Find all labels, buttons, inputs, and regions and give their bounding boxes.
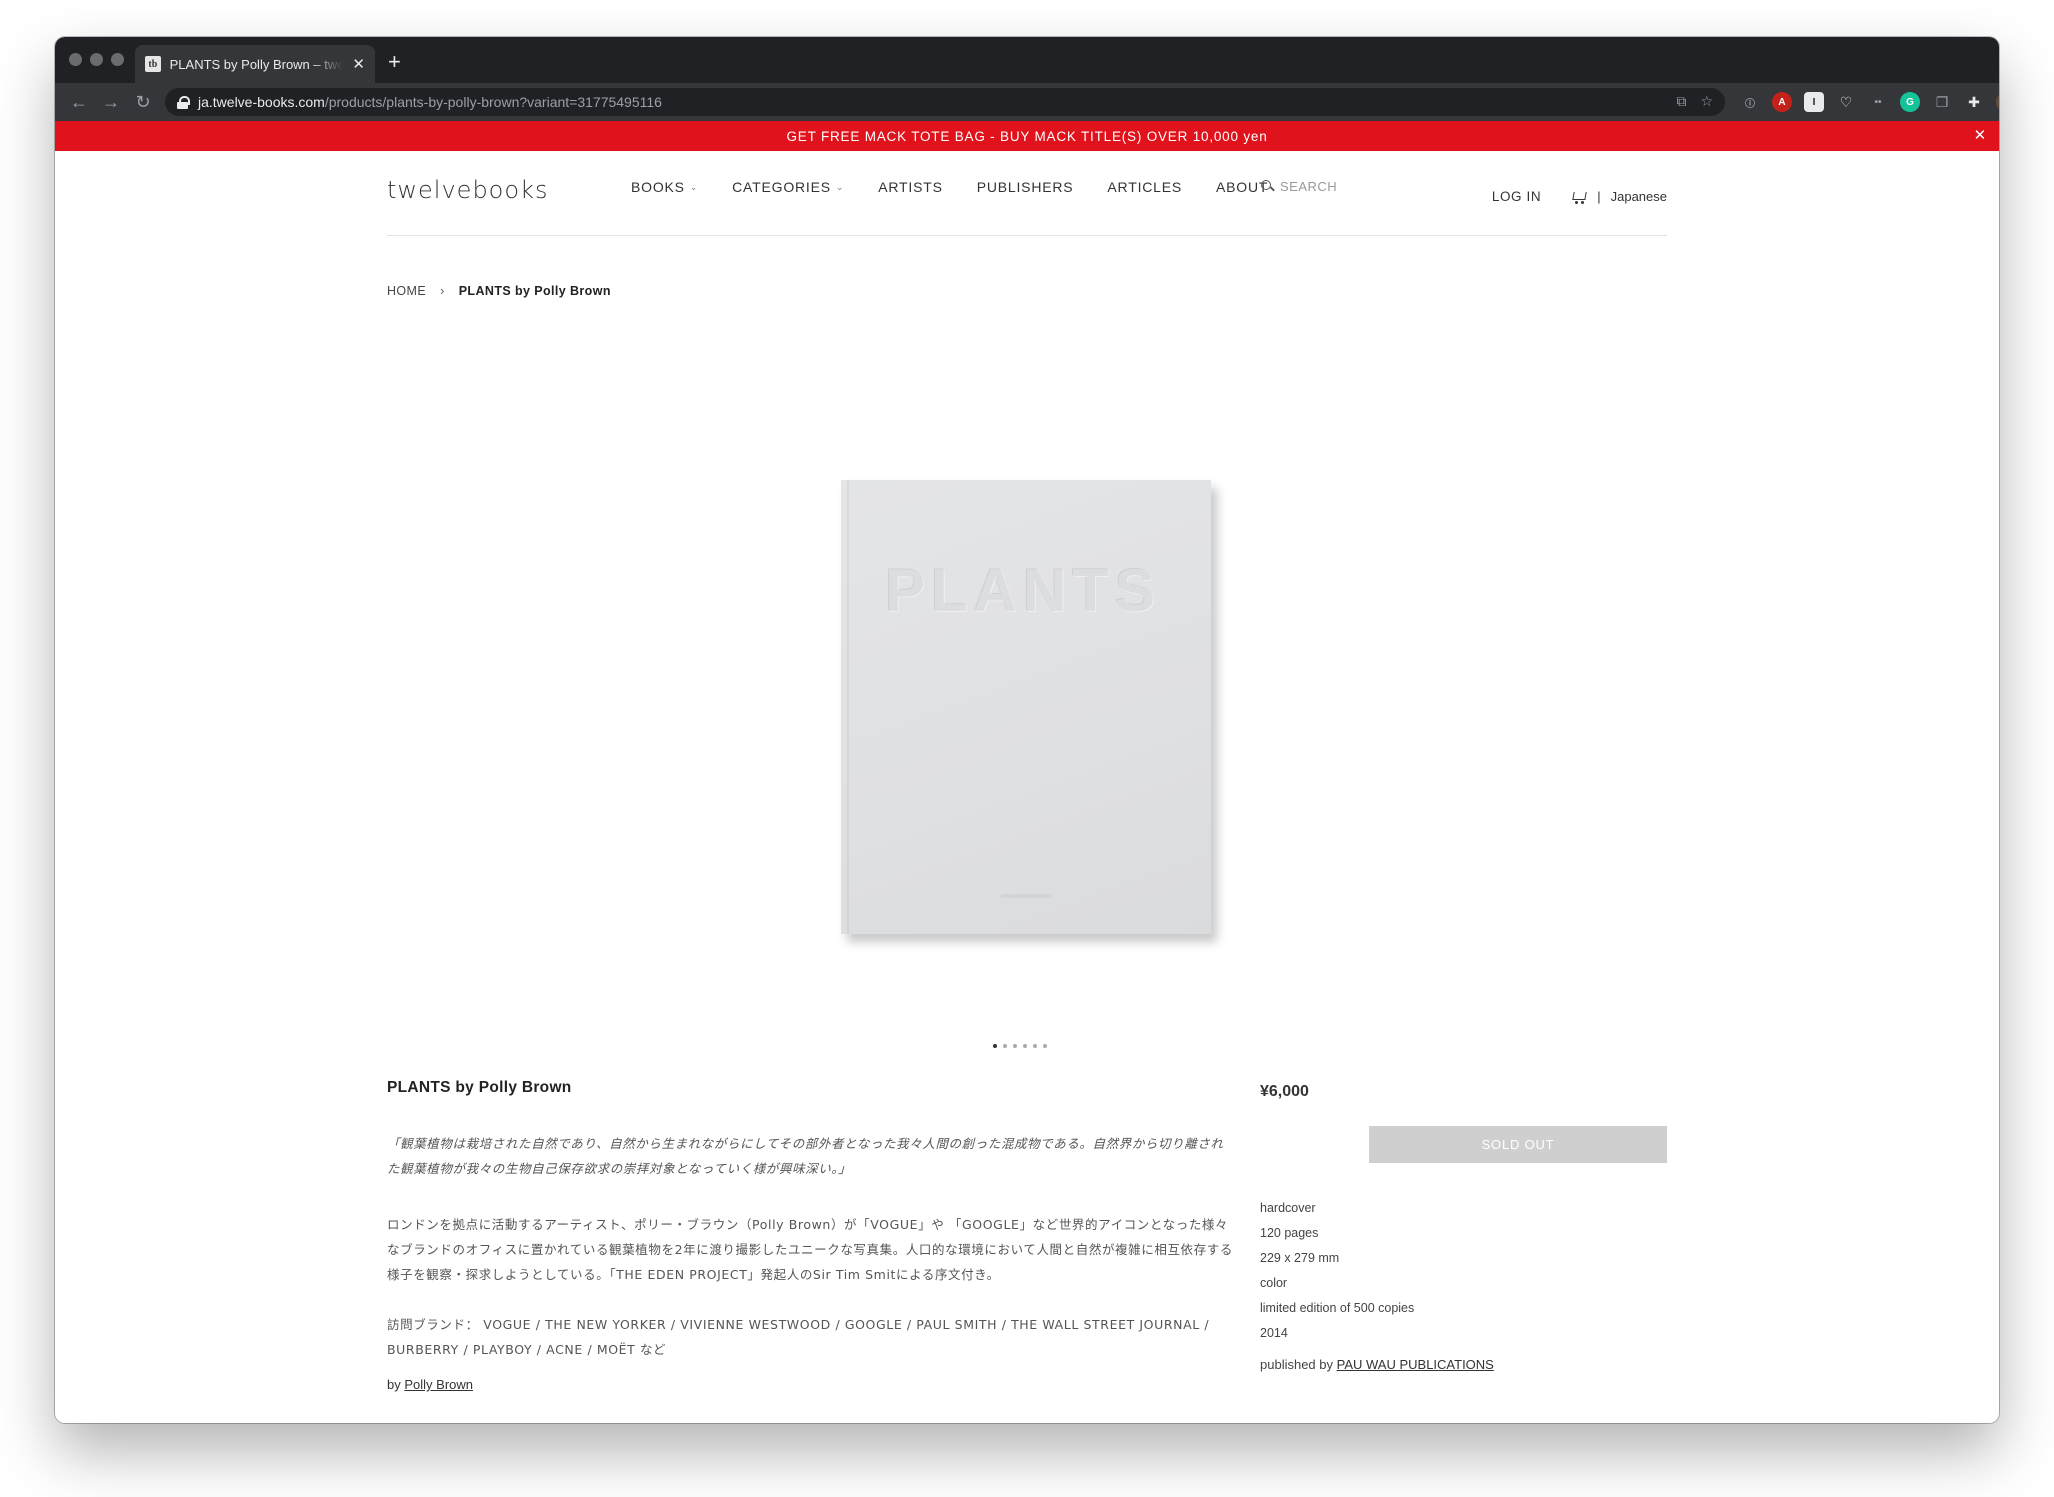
reload-icon[interactable]: ↻ [131, 90, 155, 114]
chevron-down-icon: ⌄ [835, 181, 845, 192]
product-specs: hardcover 120 pages 229 x 279 mm color l… [1260, 1196, 1414, 1346]
cover-title: PLANTS [885, 557, 1161, 624]
nav-books[interactable]: BOOKS ⌄ [631, 179, 698, 195]
instapaper-extension-icon[interactable]: I [1804, 92, 1824, 112]
tab-title: PLANTS by Polly Brown – twelvebooks [169, 56, 344, 72]
pagination-dot[interactable] [1013, 1044, 1017, 1048]
nav-articles[interactable]: ARTICLES [1107, 179, 1182, 195]
grammarly-extension-icon[interactable]: G [1900, 92, 1920, 112]
breadcrumb-current: PLANTS by Polly Brown [458, 284, 611, 298]
close-window-button[interactable] [69, 53, 82, 66]
browser-tab[interactable]: tb PLANTS by Polly Brown – twelvebooks ✕ [135, 45, 375, 83]
pagination-dot[interactable] [1043, 1044, 1047, 1048]
login-link[interactable]: LOG IN [1492, 189, 1541, 204]
browser-toolbar: ← → ↻ ja.twelve-books.com/products/plant… [55, 83, 1999, 121]
spec-year: 2014 [1260, 1326, 1288, 1340]
lock-icon [177, 95, 190, 109]
divider: | [1597, 189, 1601, 204]
site-page: twelvebooks BOOKS ⌄ CATEGORIES ⌄ ARTISTS P… [55, 151, 1999, 1423]
tab-close-icon[interactable]: ✕ [352, 55, 365, 73]
header-divider [387, 235, 1667, 236]
maximize-window-button[interactable] [111, 53, 124, 66]
promo-banner: GET FREE MACK TOTE BAG - BUY MACK TITLE(… [55, 121, 1999, 151]
back-arrow-icon[interactable]: ← [67, 90, 91, 114]
sold-out-button[interactable]: SOLD OUT [1369, 1126, 1667, 1163]
image-pagination [993, 1044, 1047, 1048]
spec-pages: 120 pages [1260, 1226, 1319, 1240]
nav-publishers[interactable]: PUBLISHERS [977, 179, 1074, 195]
bookmark-star-icon[interactable]: ☆ [1700, 93, 1713, 110]
publisher-line: published by PAU WAU PUBLICATIONS [1260, 1357, 1494, 1372]
product-description: ロンドンを拠点に活動するアーティスト、ポリー・ブラウン（Polly Brown）… [387, 1217, 1233, 1282]
spec-edition: limited edition of 500 copies [1260, 1301, 1415, 1315]
info-extension-icon[interactable]: ⓘ [1740, 92, 1760, 112]
address-bar[interactable]: ja.twelve-books.com/products/plants-by-p… [165, 88, 1725, 116]
breadcrumb-separator: › [440, 284, 445, 298]
author-link[interactable]: Polly Brown [404, 1377, 473, 1392]
product-title: PLANTS by Polly Brown [387, 1079, 572, 1096]
spec-binding: hardcover [1260, 1201, 1316, 1215]
search-box [1261, 179, 1370, 194]
main-nav: BOOKS ⌄ CATEGORIES ⌄ ARTISTS PUBLISHERS AR… [631, 179, 1268, 195]
product-brands: 訪問ブランド： VOGUE / THE NEW YORKER / VIVIENN… [387, 1317, 1210, 1357]
pagination-dot[interactable] [993, 1044, 997, 1048]
chevron-down-icon: ⌄ [689, 181, 699, 192]
copy-extension-icon[interactable]: ❐ [1932, 92, 1952, 112]
spec-color: color [1260, 1276, 1288, 1290]
minimize-window-button[interactable] [90, 53, 103, 66]
browser-window: tb PLANTS by Polly Brown – twelvebooks ✕… [55, 37, 1999, 1423]
adblock-extension-icon[interactable]: A [1772, 92, 1792, 112]
tab-strip: tb PLANTS by Polly Brown – twelvebooks ✕… [55, 37, 1999, 83]
search-icon[interactable] [1261, 180, 1274, 193]
pocket-extension-icon[interactable]: ♡ [1836, 92, 1856, 112]
window-controls [69, 53, 124, 66]
new-tab-button[interactable]: + [388, 49, 401, 75]
breadcrumb: HOME › PLANTS by Polly Brown [387, 284, 611, 298]
product-image[interactable]: PLANTS [841, 480, 1211, 934]
pagination-dot[interactable] [1023, 1044, 1027, 1048]
nav-artists[interactable]: ARTISTS [878, 179, 942, 195]
byline: by Polly Brown [387, 1377, 473, 1392]
nav-categories[interactable]: CATEGORIES ⌄ [732, 179, 844, 195]
price: ¥6,000 [1260, 1083, 1309, 1100]
profile-avatar-icon[interactable] [1996, 92, 1999, 112]
breadcrumb-home[interactable]: HOME [387, 284, 426, 298]
product-quote: 「観葉植物は栽培された自然であり、自然から生まれながらにしてその部外者となった我… [387, 1136, 1224, 1176]
user-bar: LOG IN | Japanese [1492, 189, 1667, 204]
favicon-icon: tb [145, 56, 161, 72]
extension-icons: ⓘ A I ♡ •• G ❐ ✚ ⋮ [1740, 92, 1999, 112]
site-logo[interactable]: twelvebooks [387, 176, 548, 204]
puzzle-extension-icon[interactable]: ✚ [1964, 92, 1984, 112]
translate-icon[interactable]: ⧉ [1676, 93, 1686, 110]
promo-text: GET FREE MACK TOTE BAG - BUY MACK TITLE(… [786, 128, 1268, 144]
pagination-dot[interactable] [1033, 1044, 1037, 1048]
pagination-dot[interactable] [1003, 1044, 1007, 1048]
spec-size: 229 x 279 mm [1260, 1251, 1340, 1265]
url-text[interactable]: ja.twelve-books.com/products/plants-by-p… [198, 94, 662, 110]
promo-close-icon[interactable]: ✕ [1974, 126, 1987, 144]
language-link[interactable]: Japanese [1611, 189, 1667, 204]
publisher-link[interactable]: PAU WAU PUBLICATIONS [1337, 1357, 1494, 1372]
search-input[interactable] [1280, 179, 1370, 194]
cover-footer-mark [1001, 894, 1051, 898]
more-extension-icon[interactable]: •• [1868, 92, 1888, 112]
forward-arrow-icon[interactable]: → [99, 90, 123, 114]
cart-icon[interactable] [1571, 190, 1587, 204]
